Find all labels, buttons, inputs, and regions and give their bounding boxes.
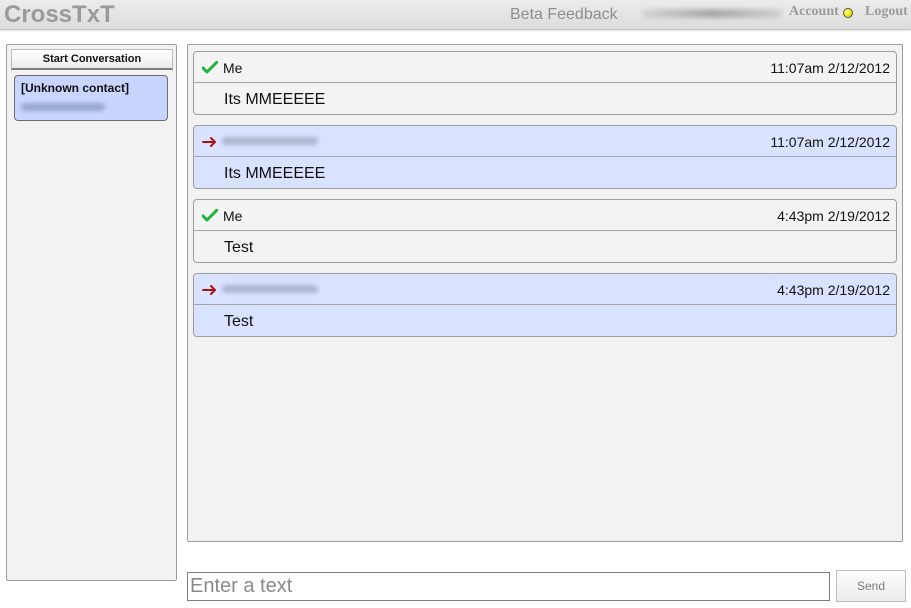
message-header: Me 11:07am 2/12/2012 bbox=[194, 52, 896, 83]
message-header: Me 4:43pm 2/19/2012 bbox=[194, 200, 896, 231]
beta-feedback-link[interactable]: Beta Feedback bbox=[510, 6, 618, 24]
message-text: Its MMEEEEE bbox=[224, 91, 326, 108]
check-icon bbox=[202, 61, 218, 74]
message-item: Me 4:43pm 2/19/2012 Test bbox=[193, 199, 897, 263]
blurred-contact-number bbox=[21, 103, 105, 111]
message-body: Its MMEEEEE bbox=[194, 157, 896, 188]
send-button[interactable]: Send bbox=[836, 570, 906, 602]
blurred-sender-name bbox=[222, 285, 318, 293]
message-timestamp: 4:43pm 2/19/2012 bbox=[777, 282, 890, 298]
check-icon bbox=[202, 209, 218, 222]
message-timestamp: 11:07am 2/12/2012 bbox=[770, 60, 890, 76]
contacts-sidebar: Start Conversation [Unknown contact] bbox=[6, 44, 177, 581]
message-body: Its MMEEEEE bbox=[194, 83, 896, 114]
message-timestamp: 11:07am 2/12/2012 bbox=[770, 134, 890, 150]
message-sender: Me bbox=[223, 60, 243, 76]
message-timestamp: 4:43pm 2/19/2012 bbox=[777, 208, 890, 224]
arrow-right-icon bbox=[202, 285, 216, 295]
arrow-right-icon bbox=[202, 137, 216, 147]
contact-item[interactable]: [Unknown contact] bbox=[14, 75, 168, 121]
status-indicator-icon bbox=[843, 8, 853, 18]
app-logo: CrossTxT bbox=[4, 1, 115, 28]
message-item: 4:43pm 2/19/2012 Test bbox=[193, 273, 897, 337]
message-text: Test bbox=[224, 313, 254, 330]
message-item: Me 11:07am 2/12/2012 Its MMEEEEE bbox=[193, 51, 897, 115]
message-text: Test bbox=[224, 239, 254, 256]
blurred-account-name bbox=[642, 9, 782, 18]
message-item: 11:07am 2/12/2012 Its MMEEEEE bbox=[193, 125, 897, 189]
conversation-panel: Me 11:07am 2/12/2012 Its MMEEEEE 11:07am… bbox=[187, 44, 903, 542]
message-input[interactable] bbox=[187, 572, 830, 601]
account-link[interactable]: Account bbox=[789, 4, 839, 20]
blurred-sender-name bbox=[222, 137, 318, 145]
message-header: 11:07am 2/12/2012 bbox=[194, 126, 896, 157]
message-header: 4:43pm 2/19/2012 bbox=[194, 274, 896, 305]
contact-name: [Unknown contact] bbox=[21, 81, 129, 95]
logout-link[interactable]: Logout bbox=[865, 4, 908, 20]
message-body: Test bbox=[194, 305, 896, 336]
top-bar: CrossTxT Beta Feedback Account Logout bbox=[0, 0, 911, 30]
start-conversation-button[interactable]: Start Conversation bbox=[11, 49, 173, 70]
message-text: Its MMEEEEE bbox=[224, 165, 326, 182]
message-sender: Me bbox=[223, 208, 243, 224]
message-body: Test bbox=[194, 231, 896, 262]
